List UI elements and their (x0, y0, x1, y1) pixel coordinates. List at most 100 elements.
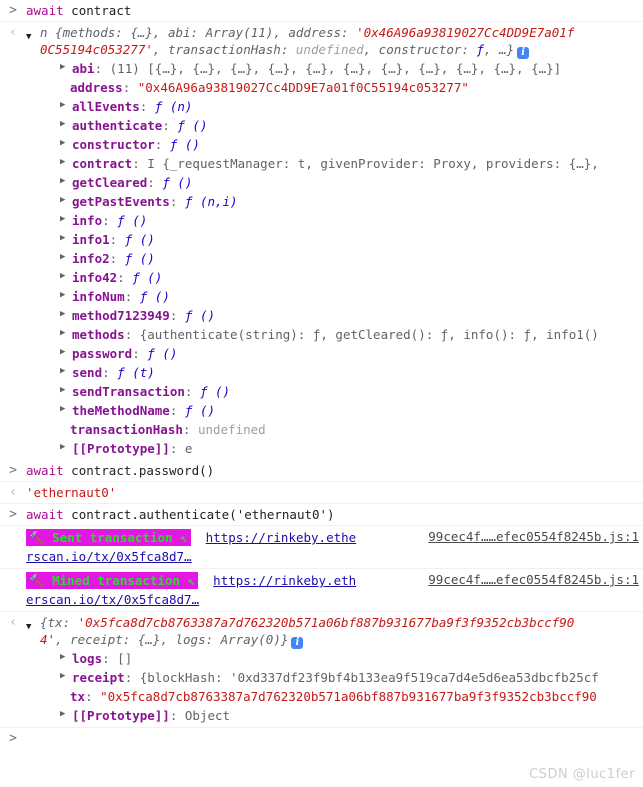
expand-toggle-closed-icon[interactable]: ▶ (60, 344, 70, 361)
property-separator: : (139, 99, 155, 114)
expand-toggle-closed-icon[interactable]: ▶ (60, 97, 70, 114)
sent-transaction-label: Sent transaction (52, 530, 173, 545)
object-property-row[interactable]: ▶ receipt: {blockHash: '0xd337df23f9bf4b1… (60, 668, 641, 687)
expand-toggle-open-icon[interactable]: ▼ (26, 623, 31, 632)
expand-toggle-closed-icon[interactable]: ▶ (60, 154, 70, 171)
result-chevron-icon: ‹ (9, 25, 17, 40)
property-name: tx (70, 689, 86, 704)
object-preview-c: , address: (273, 25, 357, 40)
expand-toggle-closed-icon[interactable]: ▶ (60, 706, 70, 723)
object-property-row[interactable]: ▶ info: ƒ () (60, 211, 641, 230)
expand-toggle-closed-icon[interactable]: ▶ (60, 230, 70, 247)
object-property-row[interactable]: ▶ info1: ƒ () (60, 230, 641, 249)
object-property-list: ▶ abi: (11) [{…}, {…}, {…}, {…}, {…}, {…}… (26, 59, 641, 458)
object-property-row[interactable]: ▶ method7123949: ƒ () (60, 306, 641, 325)
object-property-row[interactable]: ▶ getCleared: ƒ () (60, 173, 641, 192)
object-property-row[interactable]: ▶ password: ƒ () (60, 344, 641, 363)
property-separator: : (169, 441, 185, 456)
object-property-row[interactable]: tx: "0x5fca8d7cb8763387a7d762320b571a06b… (60, 687, 641, 706)
expand-toggle-closed-icon[interactable]: ▶ (60, 439, 70, 456)
logs-label: , logs: (160, 632, 221, 647)
hammer-icon: 🔨 (29, 530, 45, 545)
object-property-row[interactable]: ▶ info42: ƒ () (60, 268, 641, 287)
source-location-link[interactable]: 99cec4f……efec0554f8245b.js:1 (428, 572, 639, 587)
console-input-field[interactable] (26, 730, 643, 747)
object-property-row[interactable]: ▶ sendTransaction: ƒ () (60, 382, 641, 401)
source-location-link[interactable]: 99cec4f……efec0554f8245b.js:1 (428, 529, 639, 544)
object-property-row[interactable]: ▶ [[Prototype]]: e (60, 439, 641, 458)
expand-toggle-closed-icon[interactable]: ▶ (60, 249, 70, 266)
property-name: getPastEvents (72, 194, 170, 209)
console-input-row[interactable]: > await contract.authenticate('ethernaut… (0, 504, 643, 526)
property-value: "0x5fca8d7cb8763387a7d762320b571a06bf887… (100, 689, 597, 704)
object-preview-header[interactable]: ▼ {tx: '0x5fca8d7cb8763387a7d762320b571a… (26, 614, 641, 649)
expand-toggle-closed-icon[interactable]: ▶ (60, 649, 70, 666)
console-input-row[interactable]: > await contract.password() (0, 460, 643, 482)
property-separator: : (162, 118, 178, 133)
expand-toggle-closed-icon[interactable]: ▶ (60, 173, 70, 190)
transaction-link-part1[interactable]: https://rinkeby.ethe (206, 530, 357, 545)
console-input-row[interactable]: > await contract (0, 0, 643, 22)
property-value: ƒ () (124, 232, 155, 247)
expand-toggle-closed-icon[interactable]: ▶ (60, 135, 70, 152)
transaction-hash-label: , transactionHash: (152, 42, 296, 57)
object-property-row[interactable]: ▶ abi: (11) [{…}, {…}, {…}, {…}, {…}, {…}… (60, 59, 641, 78)
property-separator: : (182, 422, 198, 437)
object-property-row[interactable]: ▶ contract: I {_requestManager: t, givenP… (60, 154, 641, 173)
property-separator: : (102, 651, 118, 666)
console-input-text[interactable]: await contract.authenticate('ethernaut0'… (26, 506, 643, 523)
hammer-icon: 🔨 (29, 573, 45, 588)
console-output-row[interactable]: ‹ ▼ {tx: '0x5fca8d7cb8763387a7d762320b57… (0, 612, 643, 727)
object-property-row[interactable]: ▶ getPastEvents: ƒ (n,i) (60, 192, 641, 211)
object-preview-header[interactable]: ▼ n {methods: {…}, abi: Array(11), addre… (26, 24, 641, 59)
transaction-hash-value: undefined (295, 42, 364, 57)
object-property-row[interactable]: ▶ methods: {authenticate(string): ƒ, getC… (60, 325, 641, 344)
tx-value-part2: 4' (40, 632, 56, 647)
info-badge-icon[interactable]: i (517, 47, 530, 59)
expand-toggle-closed-icon[interactable]: ▶ (60, 325, 70, 342)
watermark-text: CSDN @luc1fer (529, 767, 635, 782)
expand-toggle-open-icon[interactable]: ▼ (26, 33, 31, 42)
expand-toggle-closed-icon[interactable]: ▶ (60, 192, 70, 209)
property-value: ƒ () (132, 270, 163, 285)
object-property-row[interactable]: ▶ infoNum: ƒ () (60, 287, 641, 306)
console-input-text[interactable]: await contract.password() (26, 462, 643, 479)
object-property-row[interactable]: ▶ info2: ƒ () (60, 249, 641, 268)
mined-transaction-log-row[interactable]: 🔨 Mined transaction ↖ https://rinkeby.et… (0, 569, 643, 612)
object-property-row[interactable]: ▶ logs: [] (60, 649, 641, 668)
expand-toggle-closed-icon[interactable]: ▶ (60, 382, 70, 399)
object-property-row[interactable]: address: "0x46A96a93819027Cc4DD9E7a01f0C… (60, 78, 641, 97)
transaction-link-part2[interactable]: erscan.io/tx/0x5fca8d7… (26, 592, 199, 607)
expand-toggle-closed-icon[interactable]: ▶ (60, 306, 70, 323)
expand-toggle-closed-icon[interactable]: ▶ (60, 668, 70, 685)
console-empty-prompt-row[interactable]: > (0, 727, 643, 749)
expand-toggle-closed-icon[interactable]: ▶ (60, 59, 70, 76)
object-property-row[interactable]: ▶ send: ƒ (t) (60, 363, 641, 382)
expand-toggle-closed-icon[interactable]: ▶ (60, 287, 70, 304)
object-property-row[interactable]: ▶ [[Prototype]]: Object (60, 706, 641, 725)
sent-transaction-log-row[interactable]: 🔨 Sent transaction ↖ https://rinkeby.eth… (0, 526, 643, 569)
property-value: ƒ () (124, 251, 155, 266)
info-badge-icon[interactable]: i (291, 637, 304, 649)
property-name: info2 (72, 251, 110, 266)
expression-text: contract (71, 3, 132, 18)
object-property-row[interactable]: ▶ theMethodName: ƒ () (60, 401, 641, 420)
property-value: I {_requestManager: t, givenProvider: Pr… (147, 156, 599, 171)
object-property-row[interactable]: ▶ authenticate: ƒ () (60, 116, 641, 135)
expand-toggle-closed-icon[interactable]: ▶ (60, 401, 70, 418)
console-output-row[interactable]: ‹ ▼ n {methods: {…}, abi: Array(11), add… (0, 22, 643, 460)
devtools-console[interactable]: > await contract ‹ ▼ n {methods: {…}, ab… (0, 0, 643, 782)
expand-toggle-closed-icon[interactable]: ▶ (60, 211, 70, 228)
transaction-link-part1[interactable]: https://rinkeby.eth (213, 573, 356, 588)
expand-toggle-closed-icon[interactable]: ▶ (60, 268, 70, 285)
expand-toggle-closed-icon[interactable]: ▶ (60, 363, 70, 380)
object-preview-a: n {methods: (40, 25, 131, 40)
console-input-text[interactable]: await contract (26, 2, 643, 19)
object-property-row[interactable]: ▶ allEvents: ƒ (n) (60, 97, 641, 116)
object-property-row[interactable]: ▶ constructor: ƒ () (60, 135, 641, 154)
transaction-link-part2[interactable]: rscan.io/tx/0x5fca8d7… (26, 549, 192, 564)
expand-toggle-closed-icon[interactable]: ▶ (60, 116, 70, 133)
object-property-row[interactable]: transactionHash: undefined (60, 420, 641, 439)
prompt-chevron-icon: > (9, 463, 17, 478)
property-name: address (70, 80, 123, 95)
